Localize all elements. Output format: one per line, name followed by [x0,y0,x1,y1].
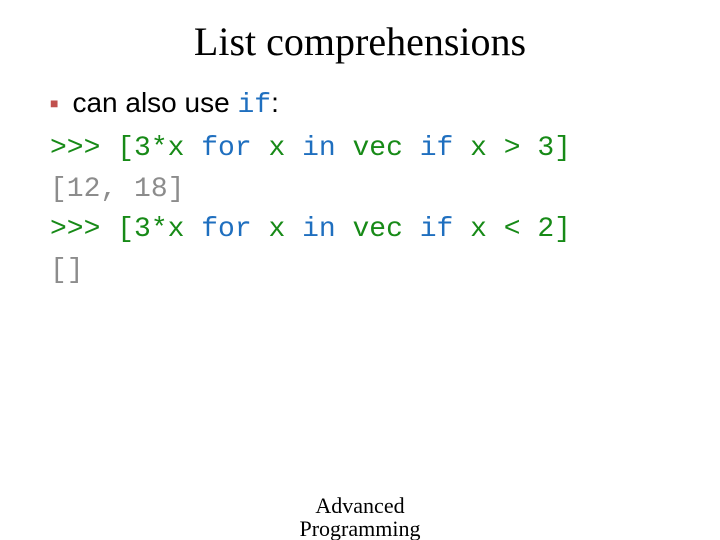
bullet-pre: can also use [72,87,237,118]
code-seg: [3*x [117,133,201,164]
keyword-in: in [302,133,336,164]
code-seg: x [252,214,302,245]
slide-body: ■ can also use if: >>> [3*x for x in vec… [0,85,720,291]
footer: Advanced Programming [0,494,720,540]
prompt: >>> [50,133,117,164]
keyword-for: for [201,133,251,164]
bullet-text: can also use if: [72,85,278,123]
keyword-in: in [302,214,336,245]
code-block: >>> [3*x for x in vec if x > 3] [12, 18]… [50,129,690,291]
code-seg: vec [336,214,420,245]
code-output-2: [] [50,251,690,292]
bullet-item: ■ can also use if: [50,85,690,123]
slide: List comprehensions ■ can also use if: >… [0,0,720,540]
code-line-2: >>> [3*x for x in vec if x < 2] [50,210,690,251]
code-seg: x [252,133,302,164]
code-seg: vec [336,133,420,164]
keyword-if: if [420,133,454,164]
bullet-keyword-if: if [237,90,271,121]
code-seg: [3*x [117,214,201,245]
keyword-if: if [420,214,454,245]
bullet-post: : [271,87,279,118]
footer-line-2: Programming [0,517,720,540]
bullet-marker-icon: ■ [50,95,58,113]
slide-title: List comprehensions [0,0,720,85]
keyword-for: for [201,214,251,245]
code-seg: x > 3] [453,133,571,164]
code-line-1: >>> [3*x for x in vec if x > 3] [50,129,690,170]
prompt: >>> [50,214,117,245]
footer-line-1: Advanced [0,494,720,517]
code-seg: x < 2] [453,214,571,245]
code-output-1: [12, 18] [50,170,690,211]
